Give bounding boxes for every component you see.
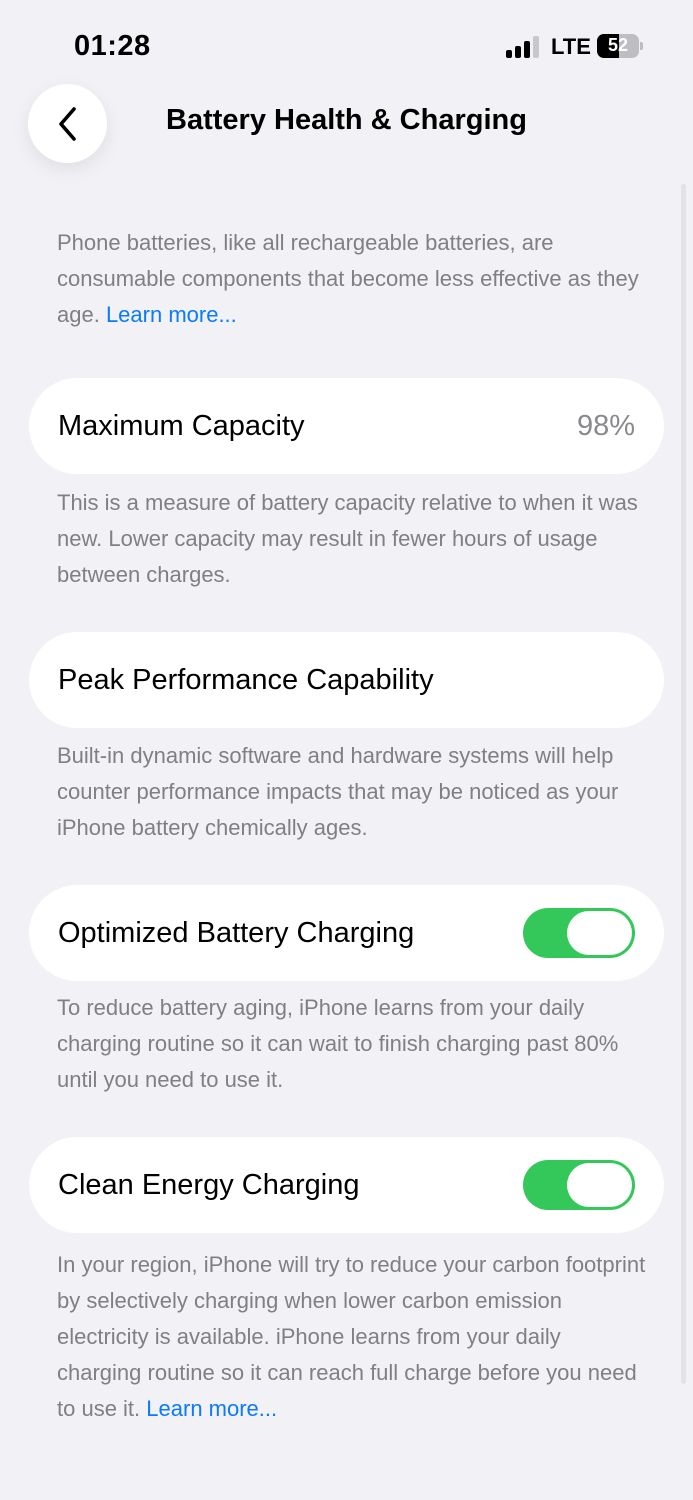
status-time: 01:28 [74,30,151,62]
maximum-capacity-row: Maximum Capacity 98% [29,378,664,474]
peak-performance-row[interactable]: Peak Performance Capability [29,632,664,728]
maximum-capacity-description: This is a measure of battery capacity re… [57,490,638,587]
toggle-knob [567,1163,632,1207]
learn-more-link[interactable]: Learn more... [106,302,237,327]
intro-text: Phone batteries, like all rechargeable b… [57,225,647,333]
scroll-indicator [681,184,686,1384]
status-bar: 01:28 LTE 52 [0,0,693,90]
clean-energy-learn-more-link[interactable]: Learn more... [146,1396,277,1421]
toggle-knob [567,911,632,955]
chevron-left-icon [58,106,76,141]
signal-strength-icon [506,36,542,58]
clean-energy-row: Clean Energy Charging [29,1137,664,1233]
optimized-charging-description: To reduce battery aging, iPhone learns f… [57,995,619,1092]
optimized-charging-toggle[interactable] [523,908,635,958]
page-title: Battery Health & Charging [166,104,527,136]
clean-energy-description-block: In your region, iPhone will try to reduc… [57,1247,647,1427]
battery-icon: 52 [597,34,643,58]
back-button[interactable] [28,84,107,163]
optimized-charging-row: Optimized Battery Charging [29,885,664,981]
clean-energy-label: Clean Energy Charging [58,1168,360,1201]
network-type: LTE [551,34,591,59]
battery-level: 52 [607,35,629,55]
optimized-charging-label: Optimized Battery Charging [58,916,415,949]
peak-performance-label: Peak Performance Capability [58,663,434,696]
maximum-capacity-value: 98% [576,409,635,442]
maximum-capacity-label: Maximum Capacity [58,409,305,442]
clean-energy-toggle[interactable] [523,1160,635,1210]
peak-performance-description: Built-in dynamic software and hardware s… [57,743,619,840]
